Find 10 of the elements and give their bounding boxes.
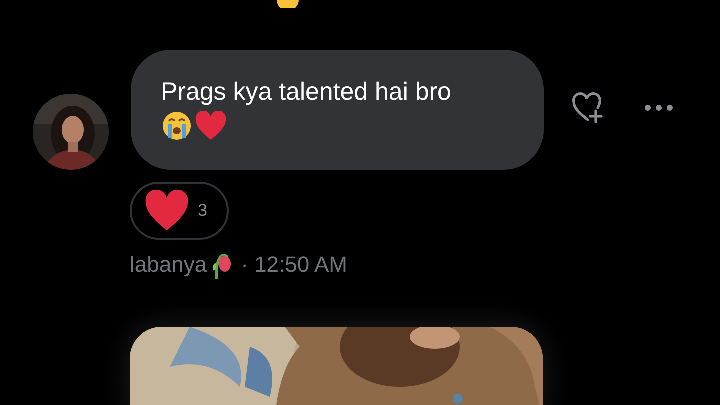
more-icon[interactable] [644, 104, 674, 112]
message-text: Prags kya talented hai bro [161, 77, 452, 108]
crying-face-icon [161, 110, 193, 142]
reaction-pill[interactable]: 3 [130, 182, 230, 240]
add-reaction-icon[interactable] [572, 92, 606, 124]
emoji-icon [277, 0, 299, 8]
message-time: · 12:50 AM [241, 251, 348, 279]
heart-icon [195, 111, 227, 141]
heart-icon [144, 190, 190, 232]
sender-name: labanya [130, 251, 208, 279]
